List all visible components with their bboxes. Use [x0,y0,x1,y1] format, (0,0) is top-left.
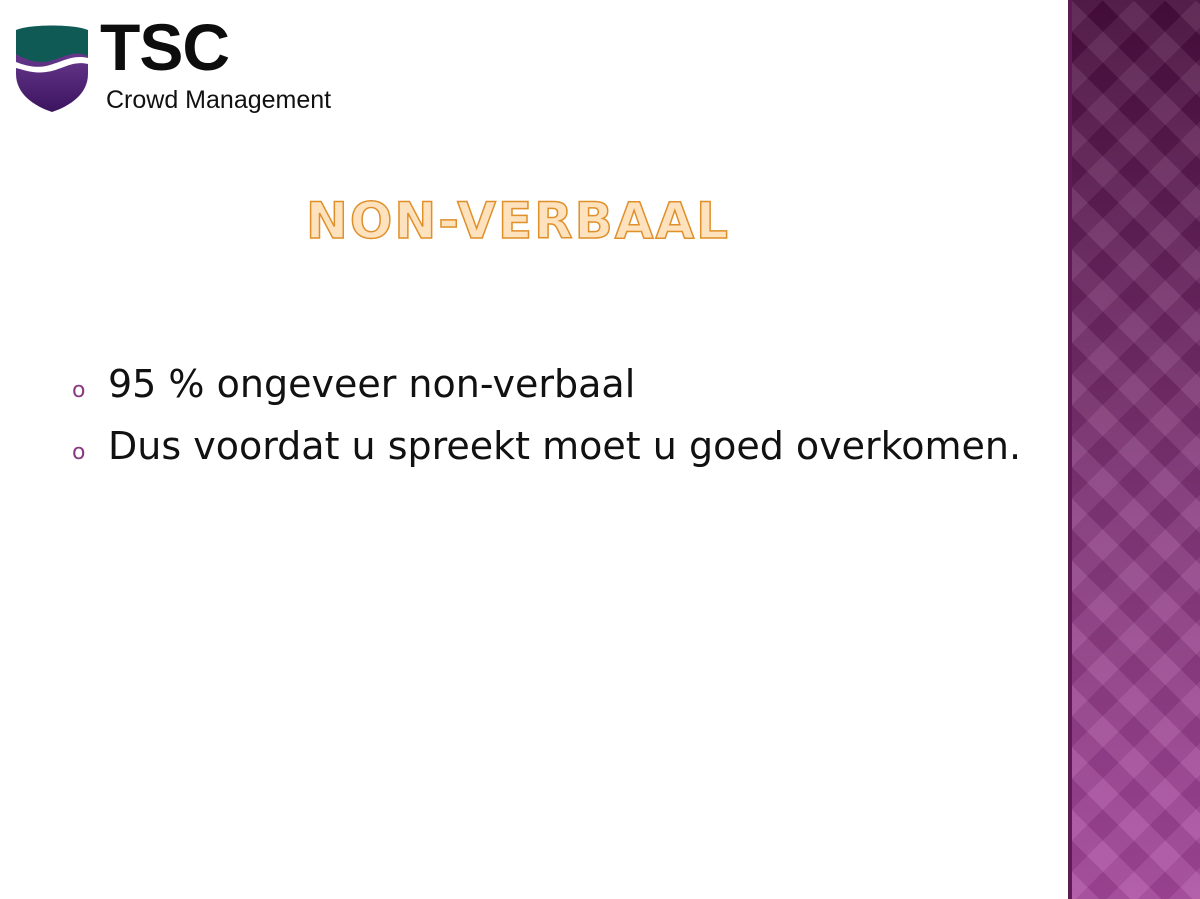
list-item: o Dus voordat u spreekt moet u goed over… [72,424,1021,486]
shield-icon [16,25,88,112]
slide-title: NON-VERBAAL [305,192,731,250]
tsc-logo: TSC Crowd Management [12,14,372,122]
circle-bullet-icon: o [72,378,86,403]
bullet-text: Dus voordat u spreekt moet u goed overko… [108,424,1022,468]
circle-bullet-icon: o [72,440,86,465]
decorative-side-band [1068,0,1200,899]
slide: TSC Crowd Management NON-VERBAAL o 95 % … [0,0,1200,899]
list-item: o 95 % ongeveer non-verbaal [72,362,1021,424]
bullet-text: 95 % ongeveer non-verbaal [108,362,636,406]
logo-name: TSC [100,10,230,84]
bullet-list: o 95 % ongeveer non-verbaal o Dus voorda… [72,362,1021,486]
logo-subtitle: Crowd Management [106,86,332,114]
